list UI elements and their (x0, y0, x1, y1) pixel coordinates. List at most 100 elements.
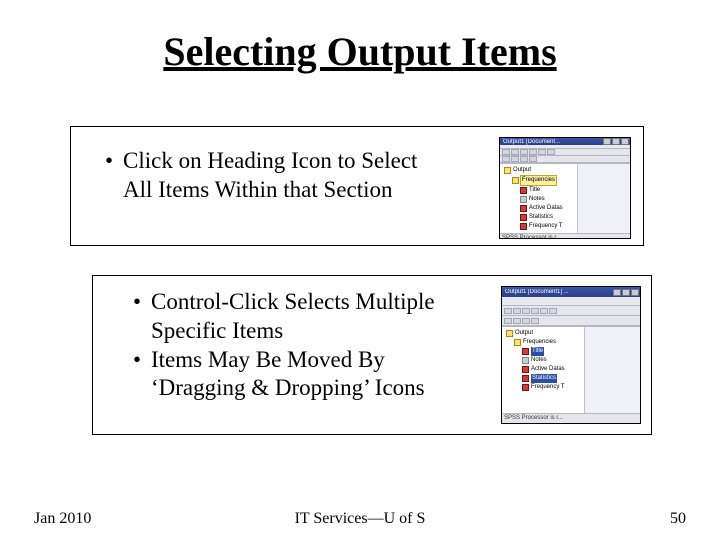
bullet-list-2: • Control-Click Selects Multiple Specifi… (133, 288, 443, 403)
tree-group: Frequencies (504, 175, 575, 186)
minimize-button (613, 289, 621, 296)
tree-label: Title (529, 186, 540, 195)
spss-output-thumbnail-1: Output1 [Document... (499, 137, 631, 239)
tree-item: Active Datas (506, 365, 582, 374)
bullet-marker: • (133, 346, 151, 404)
window-title: Output1 [Document1] ... (503, 289, 612, 295)
content-block-1: • Click on Heading Icon to Select All It… (70, 126, 644, 246)
folder-icon (506, 330, 513, 337)
item-icon (522, 348, 529, 355)
item-icon (520, 187, 527, 194)
slide-footer: Jan 2010 IT Services—U of S 50 (0, 510, 720, 528)
tree-item: Notes (506, 356, 582, 365)
spss-output-thumbnail-2: Output1 [Document1] ... (501, 286, 641, 424)
toolbar-button (540, 308, 548, 314)
bullet-item: • Click on Heading Icon to Select All It… (105, 147, 445, 205)
tree-label: Frequencies (523, 338, 556, 347)
item-icon (522, 357, 529, 364)
item-icon (520, 214, 527, 221)
toolbar-button (513, 308, 521, 314)
bullet-item: • Items May Be Moved By ‘Dragging & Drop… (133, 346, 443, 404)
tree-label: Frequency T (531, 383, 565, 392)
toolbar-button (504, 318, 512, 324)
bullet-marker: • (133, 288, 151, 346)
toolbar-button (502, 149, 510, 155)
tree-item: Active Datas (504, 204, 575, 213)
tree-label: Statistics (529, 213, 553, 222)
toolbar (502, 306, 640, 316)
toolbar-button (502, 156, 510, 162)
toolbar (500, 149, 630, 156)
tree-label: Active Datas (531, 365, 565, 374)
bullet-text: Items May Be Moved By ‘Dragging & Droppi… (151, 346, 443, 404)
content-block-2: • Control-Click Selects Multiple Specifi… (92, 275, 652, 435)
output-tree: Output Frequencies Title Notes (500, 164, 578, 233)
window-body: Output Frequencies Title Notes (502, 326, 640, 413)
maximize-button (612, 138, 620, 145)
item-icon (522, 366, 529, 373)
window-titlebar: Output1 [Document... (500, 138, 630, 145)
status-bar: SPSS Processor is r... (502, 413, 640, 423)
slide-number: 50 (670, 510, 686, 528)
close-button (631, 289, 639, 296)
tree-item: Statistics (506, 374, 582, 383)
bullet-text: Control-Click Selects Multiple Specific … (151, 288, 443, 346)
bullet-text: Click on Heading Icon to Select All Item… (123, 147, 445, 205)
bullet-item: • Control-Click Selects Multiple Specifi… (133, 288, 443, 346)
toolbar-button (511, 149, 519, 155)
toolbar-button (538, 149, 546, 155)
window-title: Output1 [Document... (501, 139, 602, 145)
status-bar: SPSS Processor is r... (500, 233, 630, 238)
toolbar-2 (502, 316, 640, 326)
tree-item: Statistics (504, 213, 575, 222)
tree-label: Active Datas (529, 204, 563, 213)
window-titlebar: Output1 [Document1] ... (502, 287, 640, 297)
tree-label-selected: Title (531, 347, 544, 356)
toolbar-button (522, 308, 530, 314)
toolbar-button (547, 149, 555, 155)
item-icon (520, 196, 527, 203)
close-button (621, 138, 629, 145)
item-icon (520, 223, 527, 230)
item-icon (522, 384, 529, 391)
toolbar-button (531, 318, 539, 324)
bullet-list-1: • Click on Heading Icon to Select All It… (105, 147, 445, 205)
tree-label: Output (515, 329, 533, 338)
content-pane (585, 327, 640, 413)
toolbar-2 (500, 156, 630, 163)
slide-title: Selecting Output Items (0, 28, 720, 75)
toolbar-button (504, 308, 512, 314)
toolbar-button (511, 156, 519, 162)
toolbar-button (513, 318, 521, 324)
output-tree: Output Frequencies Title Notes (502, 327, 585, 413)
tree-item: Title (506, 347, 582, 356)
tree-label: Notes (531, 356, 547, 365)
footer-center: IT Services—U of S (0, 510, 720, 528)
folder-icon (504, 167, 511, 174)
item-icon (522, 375, 529, 382)
toolbar-button (531, 308, 539, 314)
toolbar-button (549, 308, 557, 314)
tree-label: Frequency T (529, 222, 563, 231)
tree-root: Output (504, 166, 575, 175)
toolbar-button (522, 318, 530, 324)
tree-label-selected: Frequencies (520, 175, 557, 186)
slide: Selecting Output Items • Click on Headin… (0, 0, 720, 540)
content-pane (578, 164, 630, 233)
tree-item: Frequency T (506, 383, 582, 392)
bullet-marker: • (105, 147, 123, 205)
maximize-button (622, 289, 630, 296)
tree-group: Frequencies (506, 338, 582, 347)
tree-label-selected: Statistics (531, 374, 557, 383)
minimize-button (603, 138, 611, 145)
footer-date: Jan 2010 (34, 510, 91, 528)
tree-item: Notes (504, 195, 575, 204)
menu-bar (502, 297, 640, 306)
folder-icon (514, 339, 521, 346)
tree-root: Output (506, 329, 582, 338)
window-body: Output Frequencies Title Notes (500, 163, 630, 233)
tree-item: Title (504, 186, 575, 195)
tree-item: Frequency T (504, 222, 575, 231)
folder-icon (512, 177, 519, 184)
toolbar-button (529, 149, 537, 155)
